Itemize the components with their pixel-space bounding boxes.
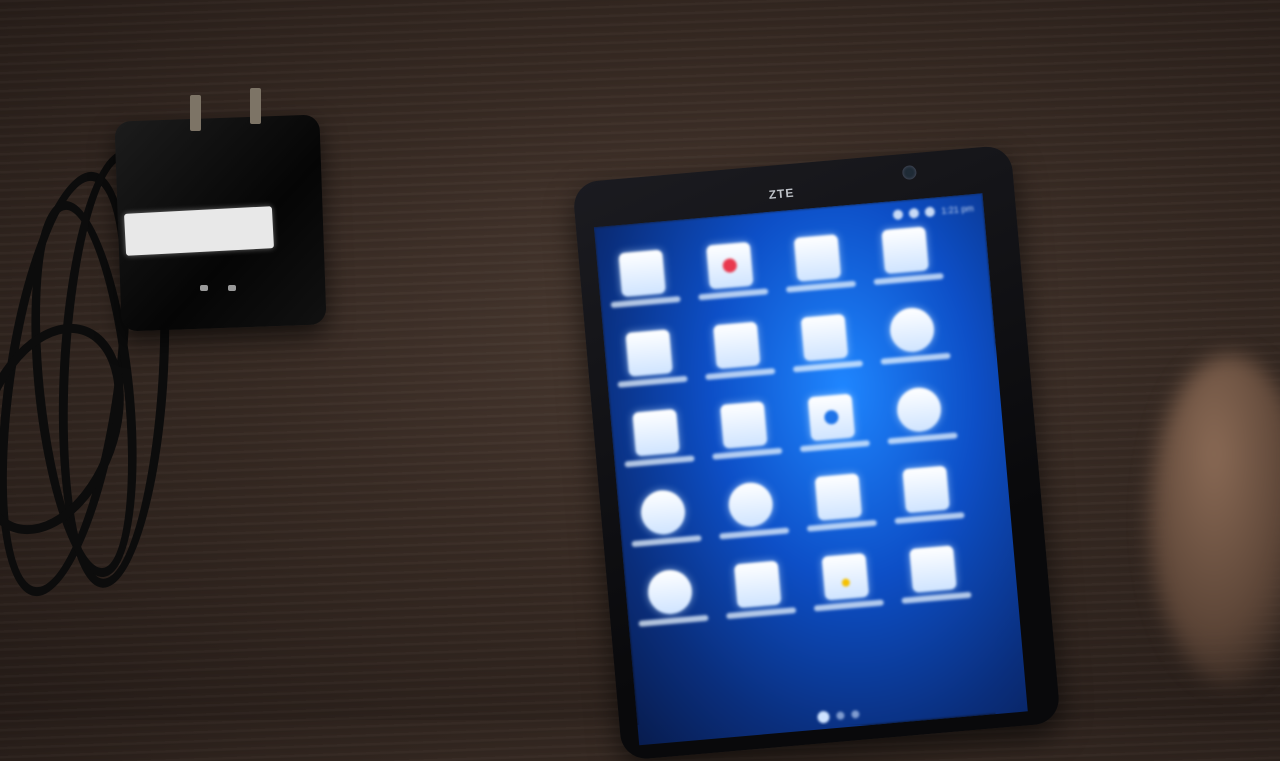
charger-label	[124, 206, 274, 256]
charger-led	[228, 285, 236, 291]
charger-prong	[250, 88, 261, 124]
photo-scene: ZTE 1:21 pm	[0, 0, 1280, 761]
charger-led	[200, 285, 208, 291]
phone-screen: 1:21 pm	[593, 193, 1028, 746]
hand	[1150, 355, 1280, 685]
smartphone: ZTE 1:21 pm	[572, 144, 1061, 761]
phone-brand-logo: ZTE	[768, 185, 795, 202]
charger-prong	[190, 95, 201, 131]
front-camera-icon	[901, 164, 917, 181]
